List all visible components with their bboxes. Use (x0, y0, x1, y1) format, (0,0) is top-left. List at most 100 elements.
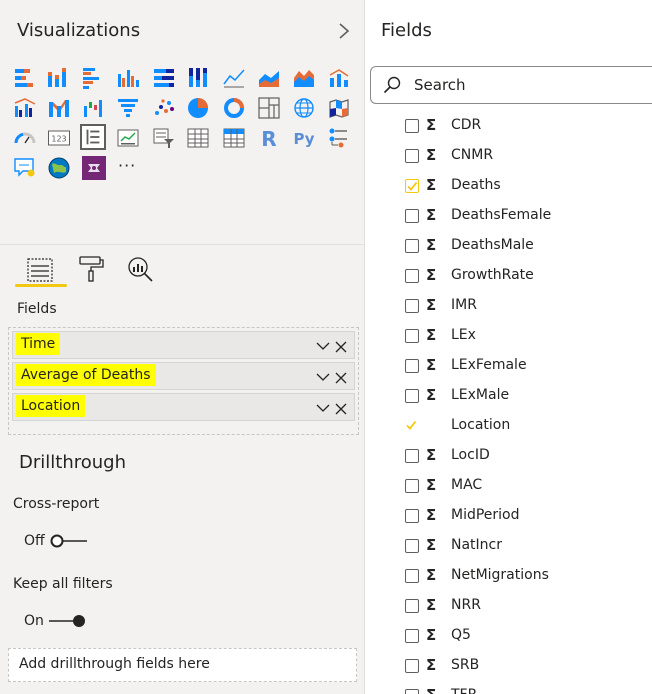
field-list-item[interactable]: Σ NetMigrations (365, 561, 652, 591)
close-icon[interactable] (335, 400, 347, 415)
matrix-icon[interactable] (222, 126, 246, 150)
checkbox[interactable] (405, 539, 419, 553)
checkbox[interactable] (405, 329, 419, 343)
chevron-down-icon[interactable] (316, 369, 330, 383)
area-chart-icon[interactable] (257, 66, 281, 90)
line-and-clustered-column-chart-icon[interactable] (13, 96, 37, 120)
r-script-visual-icon[interactable]: R (257, 126, 281, 150)
checkbox[interactable] (405, 389, 419, 403)
kpi-icon[interactable] (116, 126, 140, 150)
chevron-down-icon[interactable] (316, 400, 330, 414)
field-name: MidPeriod (451, 507, 520, 523)
more-visuals-icon[interactable]: ··· (116, 156, 144, 180)
line-and-stacked-column-chart-icon[interactable] (327, 66, 351, 90)
close-icon[interactable] (335, 338, 347, 353)
field-list-item[interactable]: Σ NatIncr (365, 531, 652, 561)
checkbox[interactable] (405, 479, 419, 493)
scatter-chart-icon[interactable] (152, 96, 176, 120)
drillthrough-drop-zone[interactable]: Add drillthrough fields here (8, 648, 357, 682)
stacked-column-chart-icon[interactable] (45, 66, 69, 90)
python-visual-icon[interactable]: Py (292, 126, 316, 150)
clustered-bar-chart-icon[interactable] (81, 66, 105, 90)
field-list-item[interactable]: Σ IMR (365, 291, 652, 321)
filled-map-icon[interactable] (327, 96, 351, 120)
pie-chart-icon[interactable] (186, 96, 210, 120)
checkbox[interactable] (405, 119, 419, 133)
field-well-label: Time (16, 333, 61, 355)
checkbox[interactable] (405, 299, 419, 313)
field-well-location[interactable]: Location (12, 393, 355, 421)
field-list-item[interactable]: Σ GrowthRate (365, 261, 652, 291)
field-list-item[interactable]: Σ LExMale (365, 381, 652, 411)
field-list-item[interactable]: Σ CNMR (365, 141, 652, 171)
field-list-item[interactable]: Σ MAC (365, 471, 652, 501)
collapse-chevron-icon[interactable] (336, 22, 352, 40)
field-list-item[interactable]: Σ NRR (365, 591, 652, 621)
card-icon[interactable]: 123 (47, 126, 71, 150)
sigma-icon: Σ (426, 506, 437, 524)
checkmark-icon (406, 420, 417, 430)
close-icon[interactable] (335, 369, 347, 384)
ribbon-chart-icon[interactable] (47, 96, 71, 120)
chevron-down-icon[interactable] (316, 338, 330, 352)
fields-tab-icon[interactable] (25, 256, 55, 286)
clustered-column-chart-icon[interactable] (116, 66, 140, 90)
checkbox[interactable] (405, 509, 419, 523)
field-well-time[interactable]: Time (12, 331, 355, 359)
stacked-area-chart-icon[interactable] (292, 66, 316, 90)
field-list-item[interactable]: Σ LEx (365, 321, 652, 351)
checkmark-icon (407, 181, 418, 191)
checkbox[interactable] (405, 359, 419, 373)
field-list-item[interactable]: Location (365, 411, 652, 441)
sigma-icon: Σ (426, 326, 437, 344)
checkbox[interactable] (405, 209, 419, 223)
checkbox[interactable] (405, 449, 419, 463)
line-chart-icon[interactable] (222, 66, 246, 90)
field-list-item[interactable]: Σ CDR (365, 112, 652, 141)
stacked-bar-chart-icon[interactable] (13, 66, 37, 90)
field-list-item[interactable]: Σ DeathsMale (365, 231, 652, 261)
funnel-chart-icon[interactable] (116, 96, 140, 120)
field-well-average-of-deaths[interactable]: Average of Deaths (12, 362, 355, 390)
power-apps-icon[interactable] (82, 156, 106, 180)
treemap-icon[interactable] (257, 96, 281, 120)
field-list-item[interactable]: Σ LocID (365, 441, 652, 471)
donut-chart-icon[interactable] (222, 96, 246, 120)
field-list-item[interactable]: Σ MidPeriod (365, 501, 652, 531)
table-icon[interactable] (186, 126, 210, 150)
analytics-magnifier-icon[interactable] (125, 254, 155, 284)
field-list-item[interactable]: Σ DeathsFemale (365, 201, 652, 231)
sigma-icon: Σ (426, 656, 437, 674)
arcgis-map-icon[interactable] (47, 156, 71, 180)
waterfall-chart-icon[interactable] (82, 96, 106, 120)
field-list-item[interactable]: Σ TFR (365, 681, 652, 694)
checkbox[interactable] (405, 599, 419, 613)
keep-filters-toggle[interactable] (49, 613, 89, 629)
gauge-icon[interactable] (13, 126, 37, 150)
format-paint-roller-icon[interactable] (77, 254, 107, 284)
checkbox[interactable] (405, 629, 419, 643)
map-icon[interactable] (292, 96, 316, 120)
search-icon (383, 76, 401, 94)
checkbox[interactable] (405, 569, 419, 583)
slicer-icon[interactable] (152, 126, 176, 150)
field-list-item[interactable]: Σ LExFemale (365, 351, 652, 381)
checkbox[interactable] (405, 659, 419, 673)
checkbox[interactable] (405, 239, 419, 253)
100-stacked-bar-chart-icon[interactable] (152, 66, 176, 90)
drillthrough-placeholder: Add drillthrough fields here (19, 656, 210, 672)
checkbox-checked[interactable] (405, 419, 417, 431)
field-list-item[interactable]: Σ SRB (365, 651, 652, 681)
field-list-item[interactable]: Σ Q5 (365, 621, 652, 651)
checkbox[interactable] (405, 149, 419, 163)
cross-report-toggle[interactable] (49, 533, 89, 549)
100-stacked-column-chart-icon[interactable] (186, 66, 210, 90)
multi-row-card-icon[interactable] (80, 124, 106, 150)
checkbox[interactable] (405, 269, 419, 283)
key-influencers-icon[interactable] (327, 126, 351, 150)
search-input[interactable]: Search (370, 66, 652, 104)
checkbox[interactable] (405, 689, 419, 694)
field-list-item[interactable]: Σ Deaths (365, 171, 652, 201)
qa-visual-icon[interactable] (13, 156, 37, 180)
checkbox-checked[interactable] (405, 179, 419, 193)
